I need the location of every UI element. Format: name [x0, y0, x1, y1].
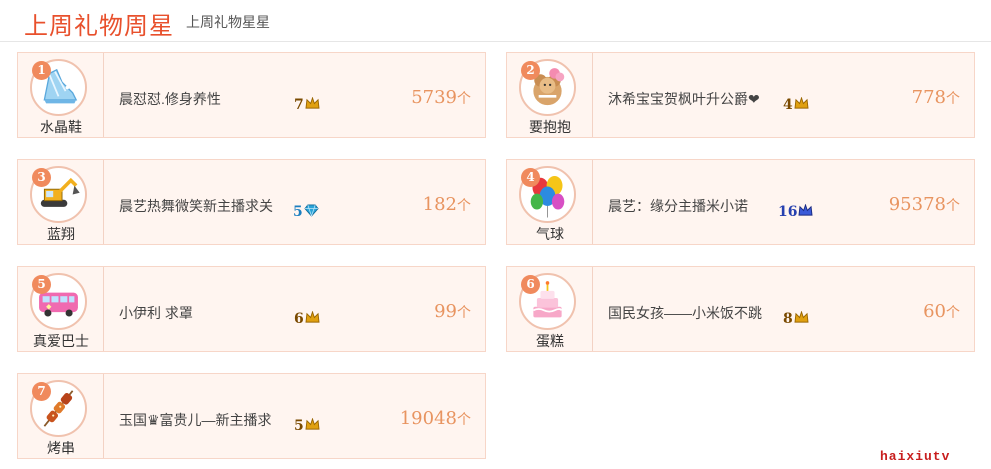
- page-title: 上周礼物周星: [24, 13, 174, 40]
- gift-name: 烤串: [47, 440, 75, 456]
- gift-column: 3 蓝翔: [18, 160, 104, 244]
- count-unit: 个: [946, 90, 960, 106]
- user-level: 5: [293, 204, 319, 220]
- crown-icon: [305, 418, 320, 430]
- gift-count: 95378个: [889, 194, 960, 215]
- user-name[interactable]: 玉国♛富贵儿—新主播求: [119, 410, 272, 430]
- gift-count: 182个: [423, 194, 471, 215]
- rank-badge: 4: [521, 168, 540, 187]
- gift-star-card[interactable]: 3 蓝翔 晨艺热舞微笑新主播求关 5 182个: [17, 159, 486, 245]
- gift-count: 778个: [912, 87, 960, 108]
- gift-count: 5739个: [411, 87, 471, 108]
- count-unit: 个: [946, 197, 960, 213]
- gift-star-card[interactable]: 5 真爱巴士 小伊利 求罩 6 99个: [17, 266, 486, 352]
- page-subtitle[interactable]: 上周礼物星星: [186, 12, 270, 32]
- level-number: 16: [778, 204, 798, 220]
- user-name[interactable]: 晨怼怼.修身养性: [119, 89, 221, 109]
- crown-icon: [305, 97, 320, 109]
- gift-star-card[interactable]: 1 水晶鞋 晨怼怼.修身养性 7 5739个: [17, 52, 486, 138]
- gift-count: 60个: [923, 301, 960, 322]
- count-value: 60: [923, 301, 946, 322]
- page-header: 上周礼物周星 上周礼物星星: [0, 0, 991, 42]
- user-name[interactable]: 沐希宝宝贺枫叶升公爵❤: [608, 89, 760, 109]
- gift-star-card[interactable]: 4 气球 晨艺：缘分主播米小诺 16 95378个: [506, 159, 975, 245]
- diamond-icon: [304, 204, 319, 217]
- rank-badge: 6: [521, 275, 540, 294]
- user-level: 8: [783, 311, 809, 327]
- gift-count: 99个: [434, 301, 471, 322]
- rank-badge: 7: [32, 382, 51, 401]
- gift-column: 5 真爱巴士: [18, 267, 104, 351]
- level-number: 5: [294, 418, 304, 434]
- user-name[interactable]: 晨艺：缘分主播米小诺: [608, 196, 748, 216]
- gift-column: 2 要抱抱: [507, 53, 593, 137]
- user-name[interactable]: 国民女孩——小米饭不跳: [608, 303, 762, 323]
- gift-count: 19048个: [400, 408, 471, 429]
- crown-blue-icon: [798, 204, 814, 216]
- count-unit: 个: [457, 90, 471, 106]
- count-unit: 个: [457, 304, 471, 320]
- user-level: 4: [783, 97, 809, 113]
- count-value: 95378: [888, 194, 946, 215]
- gift-name: 真爱巴士: [33, 333, 89, 349]
- rank-badge: 5: [32, 275, 51, 294]
- gift-column: 1 水晶鞋: [18, 53, 104, 137]
- level-number: 6: [294, 311, 304, 327]
- count-value: 182: [422, 194, 457, 215]
- crown-icon: [794, 97, 809, 109]
- gift-star-card[interactable]: 6 蛋糕 国民女孩——小米饭不跳 8 60个: [506, 266, 975, 352]
- count-unit: 个: [946, 304, 960, 320]
- count-value: 19048: [399, 408, 457, 429]
- gift-name: 蓝翔: [47, 226, 75, 242]
- count-value: 99: [434, 301, 457, 322]
- gift-name: 水晶鞋: [40, 119, 82, 135]
- user-level: 6: [294, 311, 320, 327]
- crown-icon: [794, 311, 809, 323]
- count-value: 5739: [411, 87, 457, 108]
- level-number: 5: [293, 204, 303, 220]
- count-unit: 个: [457, 411, 471, 427]
- crown-icon: [305, 311, 320, 323]
- level-number: 7: [294, 97, 304, 113]
- rank-badge: 3: [32, 168, 51, 187]
- gift-star-card[interactable]: 7 烤串 玉国♛富贵儿—新主播求 5 19048个: [17, 373, 486, 459]
- level-number: 8: [783, 311, 793, 327]
- rank-badge: 2: [521, 61, 540, 80]
- user-level: 7: [294, 97, 320, 113]
- gift-star-card[interactable]: 2 要抱抱 沐希宝宝贺枫叶升公爵❤ 4 778个: [506, 52, 975, 138]
- gift-name: 气球: [536, 226, 564, 242]
- user-name[interactable]: 晨艺热舞微笑新主播求关: [119, 196, 273, 216]
- watermark-text: haixiutv: [880, 449, 951, 464]
- user-name[interactable]: 小伊利 求罩: [119, 303, 193, 323]
- gift-name: 要抱抱: [529, 119, 571, 135]
- level-number: 4: [783, 97, 793, 113]
- gift-name: 蛋糕: [536, 333, 564, 349]
- gift-column: 6 蛋糕: [507, 267, 593, 351]
- gift-column: 4 气球: [507, 160, 593, 244]
- user-level: 16: [778, 204, 814, 220]
- count-unit: 个: [457, 197, 471, 213]
- count-value: 778: [911, 87, 946, 108]
- user-level: 5: [294, 418, 320, 434]
- gift-column: 7 烤串: [18, 374, 104, 458]
- rank-badge: 1: [32, 61, 51, 80]
